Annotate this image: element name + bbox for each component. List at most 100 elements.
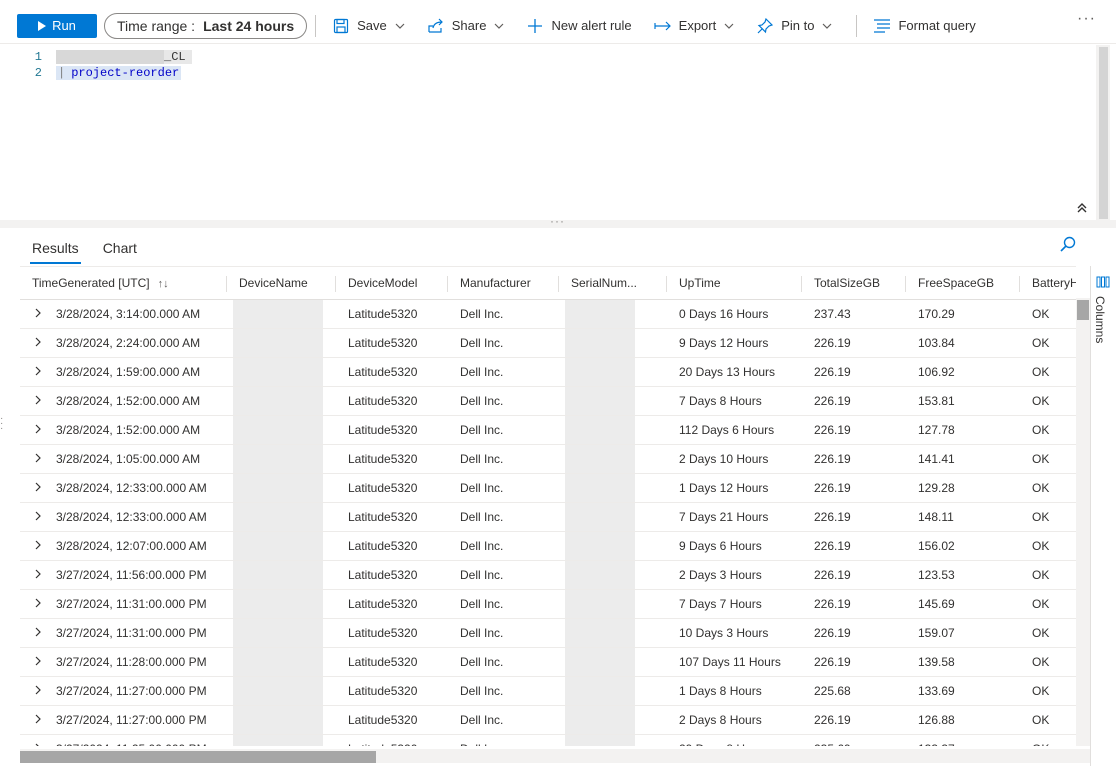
- columns-panel-toggle[interactable]: Columns: [1090, 266, 1116, 766]
- chevron-right-icon[interactable]: [20, 743, 56, 746]
- column-header-batteryhealth[interactable]: BatteryHea: [1020, 267, 1076, 300]
- cell-devicename-redacted: [227, 705, 336, 735]
- cell-devicename-redacted: [227, 386, 336, 416]
- table-row[interactable]: 3/28/2024, 3:14:00.000 AM Latitude5320 Del…: [20, 299, 1076, 329]
- table-row[interactable]: 3/27/2024, 11:27:00.000 PM Latitude5320 De…: [20, 676, 1076, 706]
- chevron-right-icon[interactable]: [20, 337, 56, 347]
- table-row[interactable]: 3/27/2024, 11:31:00.000 PM Latitude5320 De…: [20, 589, 1076, 619]
- redacted-value: [565, 705, 635, 733]
- chevron-right-icon[interactable]: [20, 395, 56, 405]
- operator-text: project-reorder: [71, 66, 180, 80]
- export-button[interactable]: Export: [648, 11, 741, 41]
- chevron-right-icon[interactable]: [20, 627, 56, 637]
- table-row[interactable]: 3/28/2024, 12:33:00.000 AM Latitude5320 De…: [20, 473, 1076, 503]
- chevron-right-icon[interactable]: [20, 366, 56, 376]
- redacted-value: [233, 734, 323, 746]
- table-row[interactable]: 3/28/2024, 1:05:00.000 AM Latitude5320 Del…: [20, 444, 1076, 474]
- table-row[interactable]: 3/28/2024, 2:24:00.000 AM Latitude5320 Del…: [20, 328, 1076, 358]
- column-header-timegenerated[interactable]: TimeGenerated [UTC] ↑↓: [20, 267, 227, 300]
- cell-model: Latitude5320: [336, 444, 448, 474]
- chevron-right-icon[interactable]: [20, 424, 56, 434]
- cell-text: 3/28/2024, 1:52:00.000 AM: [56, 393, 201, 408]
- plus-icon: [526, 17, 544, 35]
- share-label: Share: [451, 18, 487, 33]
- chevron-right-icon[interactable]: [20, 656, 56, 666]
- cell-timegenerated: 3/28/2024, 12:33:00.000 AM: [20, 502, 227, 532]
- grid-horizontal-thumb[interactable]: [20, 751, 376, 763]
- column-header-manufacturer[interactable]: Manufacturer: [448, 267, 559, 300]
- column-header-uptime[interactable]: UpTime: [667, 267, 802, 300]
- format-query-button[interactable]: Format query: [867, 11, 981, 41]
- more-options-icon[interactable]: ···: [1077, 10, 1096, 28]
- cell-battery: OK: [1020, 734, 1076, 746]
- table-row[interactable]: 3/28/2024, 1:52:00.000 AM Latitude5320 Del…: [20, 386, 1076, 416]
- splitter-grip-icon[interactable]: ···: [550, 214, 565, 228]
- redacted-value: [565, 734, 635, 746]
- chevron-right-icon[interactable]: [20, 482, 56, 492]
- pin-to-button[interactable]: Pin to: [750, 11, 838, 41]
- search-icon[interactable]: [1058, 235, 1078, 255]
- table-row[interactable]: 3/28/2024, 12:33:00.000 AM Latitude5320 De…: [20, 502, 1076, 532]
- cell-battery: OK: [1020, 473, 1076, 503]
- cell-text: 3/28/2024, 12:33:00.000 AM: [56, 480, 207, 495]
- grid-vertical-scrollbar[interactable]: [1076, 298, 1090, 746]
- cell-manufacturer: Dell Inc.: [448, 502, 559, 532]
- chevron-right-icon[interactable]: [20, 598, 56, 608]
- cell-total: 237.43: [802, 299, 906, 329]
- cell-manufacturer: Dell Inc.: [448, 473, 559, 503]
- cell-serial-redacted: [559, 589, 667, 619]
- tab-results[interactable]: Results: [20, 232, 91, 264]
- cell-free: 141.41: [906, 444, 1020, 474]
- cell-model: Latitude5320: [336, 647, 448, 677]
- column-header-devicemodel[interactable]: DeviceModel: [336, 267, 448, 300]
- query-editor[interactable]: 1 _CL 2 | project-reorder: [0, 45, 1116, 220]
- column-header-devicename[interactable]: DeviceName: [227, 267, 336, 300]
- table-row[interactable]: 3/28/2024, 1:59:00.000 AM Latitude5320 Del…: [20, 357, 1076, 387]
- chevron-right-icon[interactable]: [20, 511, 56, 521]
- grid-vertical-thumb[interactable]: [1077, 300, 1089, 320]
- redacted-value: [565, 415, 635, 443]
- table-row[interactable]: 3/27/2024, 11:56:00.000 PM Latitude5320 De…: [20, 560, 1076, 590]
- format-lines-icon: [873, 17, 891, 35]
- cell-serial-redacted: [559, 734, 667, 746]
- cell-uptime: 2 Days 8 Hours: [667, 705, 802, 735]
- chevron-right-icon[interactable]: [20, 308, 56, 318]
- table-row[interactable]: 3/28/2024, 12:07:00.000 AM Latitude5320 De…: [20, 531, 1076, 561]
- table-row[interactable]: 3/27/2024, 11:31:00.000 PM Latitude5320 De…: [20, 618, 1076, 648]
- table-row[interactable]: 3/27/2024, 11:28:00.000 PM Latitude5320 De…: [20, 647, 1076, 677]
- column-header-serialnumber[interactable]: SerialNum...: [559, 267, 667, 300]
- collapse-editor-icon[interactable]: [1075, 201, 1089, 215]
- cell-free: 129.28: [906, 473, 1020, 503]
- chevron-right-icon[interactable]: [20, 540, 56, 550]
- column-header-totalsizegb[interactable]: TotalSizeGB: [802, 267, 906, 300]
- run-button[interactable]: Run: [17, 13, 97, 38]
- chevron-right-icon[interactable]: [20, 569, 56, 579]
- column-header-freespacegb[interactable]: FreeSpaceGB: [906, 267, 1020, 300]
- cell-battery: OK: [1020, 618, 1076, 648]
- cell-devicename-redacted: [227, 299, 336, 329]
- cell-timegenerated: 3/28/2024, 2:24:00.000 AM: [20, 328, 227, 358]
- chevron-right-icon[interactable]: [20, 714, 56, 724]
- chevron-right-icon[interactable]: [20, 453, 56, 463]
- tab-chart[interactable]: Chart: [91, 232, 149, 264]
- time-range-picker[interactable]: Time range : Last 24 hours: [104, 12, 308, 39]
- table-row[interactable]: 3/27/2024, 11:25:00.000 PM Latitude5320De…: [20, 734, 1076, 746]
- table-row[interactable]: 3/28/2024, 1:52:00.000 AM Latitude5320 Del…: [20, 415, 1076, 445]
- cell-battery: OK: [1020, 299, 1076, 329]
- cell-manufacturer: Dell Inc.: [448, 531, 559, 561]
- cell-serial-redacted: [559, 676, 667, 706]
- new-alert-rule-button[interactable]: New alert rule: [520, 11, 637, 41]
- chevron-right-icon[interactable]: [20, 685, 56, 695]
- redacted-value: [565, 589, 635, 617]
- cell-timegenerated: 3/27/2024, 11:28:00.000 PM: [20, 647, 227, 677]
- sort-icon[interactable]: ↑↓: [158, 278, 169, 290]
- table-row[interactable]: 3/27/2024, 11:27:00.000 PM Latitude5320 De…: [20, 705, 1076, 735]
- time-range-value: Last 24 hours: [203, 17, 295, 34]
- cell-model: Latitude5320: [336, 618, 448, 648]
- export-label: Export: [678, 18, 717, 33]
- save-button[interactable]: Save: [326, 11, 411, 41]
- editor-scroll-thumb[interactable]: [1099, 47, 1108, 219]
- share-button[interactable]: Share: [421, 11, 511, 41]
- cell-uptime: 1 Days 12 Hours: [667, 473, 802, 503]
- side-grip-icon[interactable]: · · ·: [0, 414, 4, 434]
